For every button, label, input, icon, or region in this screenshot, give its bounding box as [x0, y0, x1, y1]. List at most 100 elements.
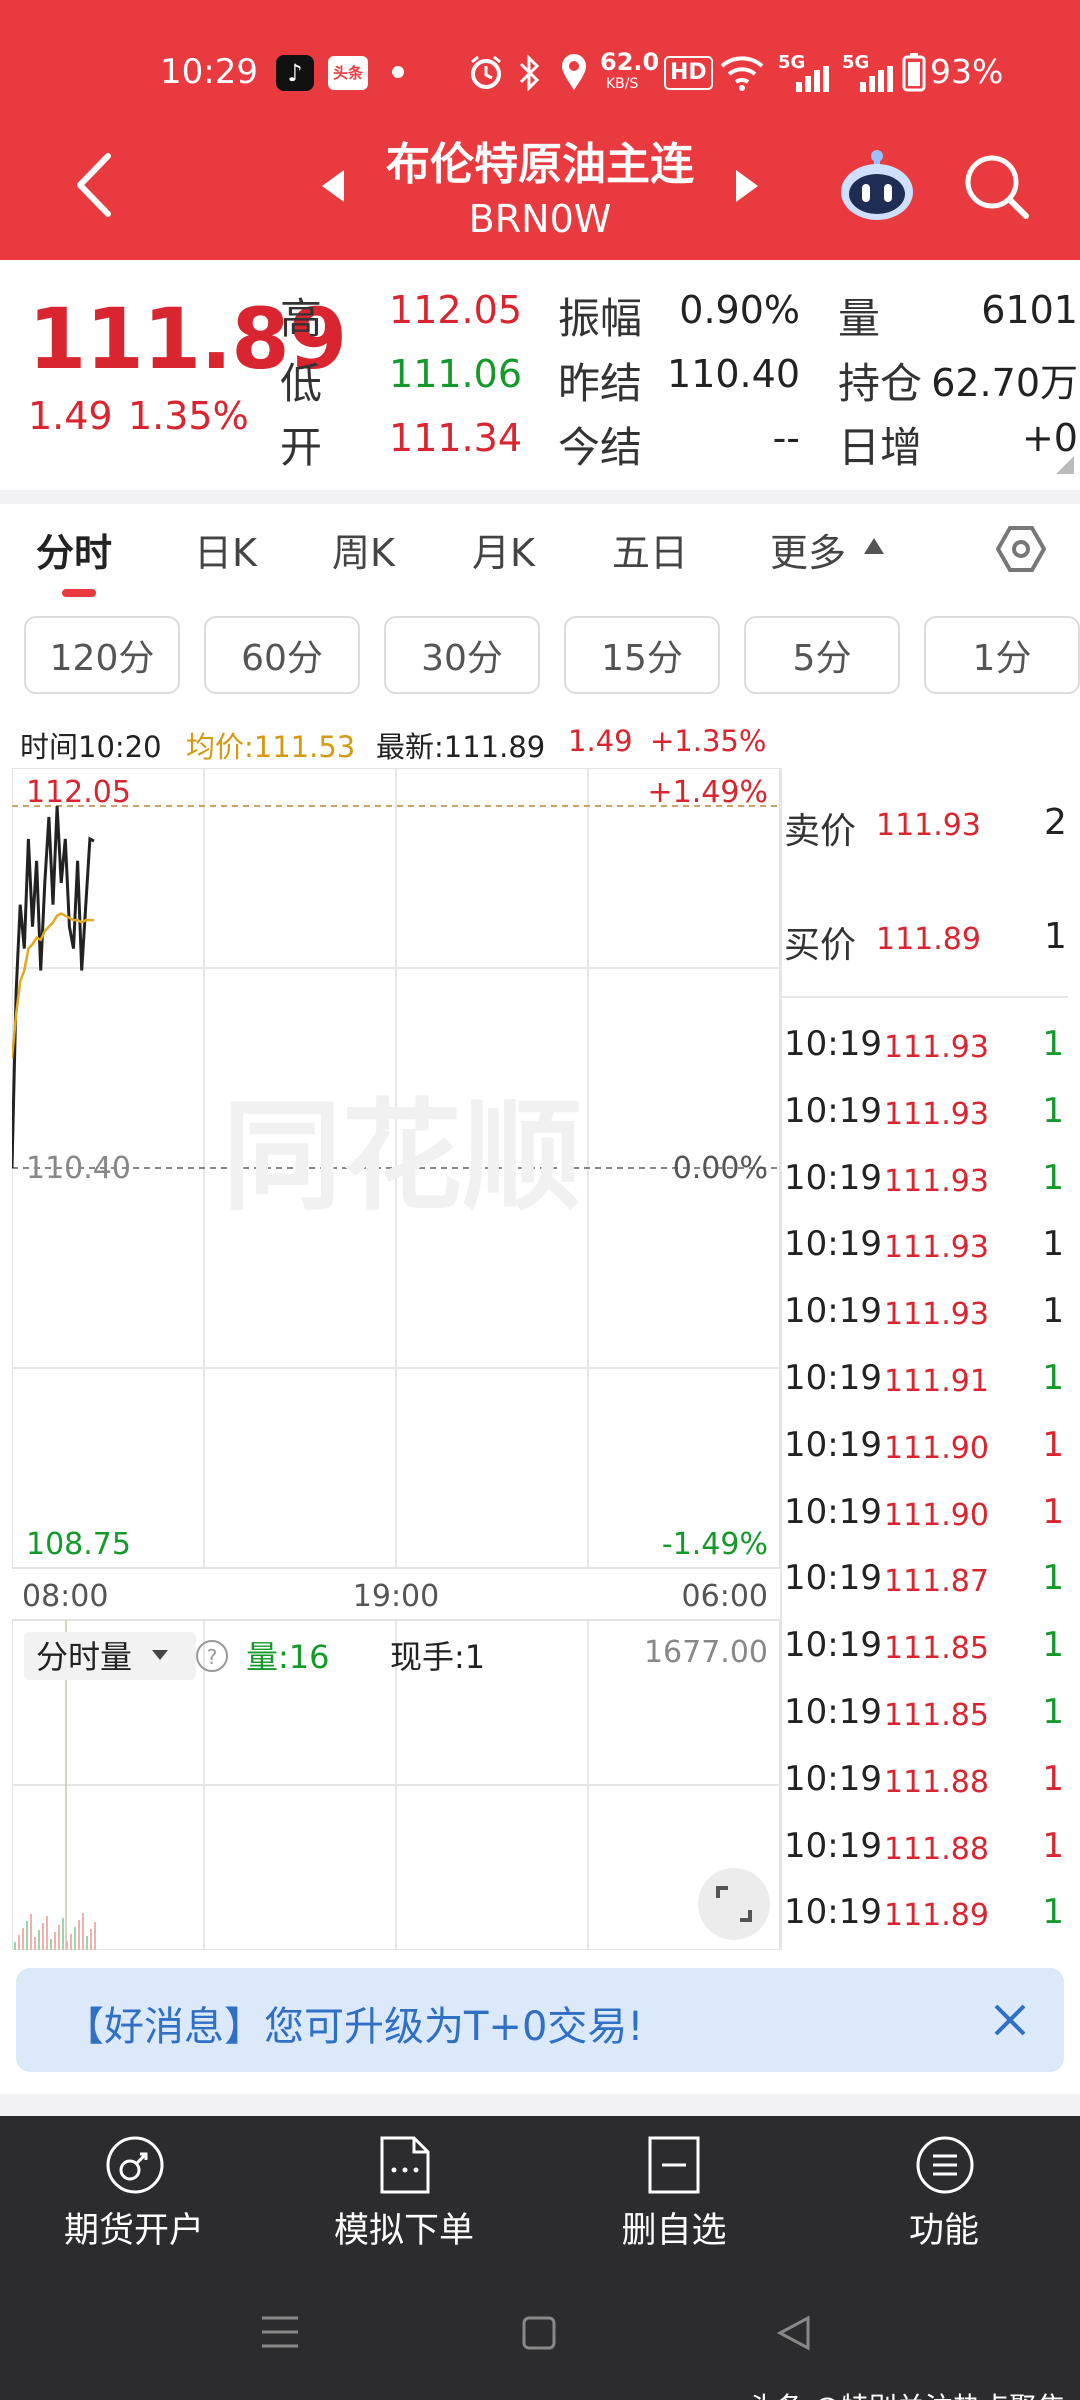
nav-functions[interactable]: 功能: [844, 2202, 1044, 2253]
trade-price: 111.91: [884, 1364, 989, 1399]
fullscreen-button[interactable]: [698, 1868, 770, 1940]
trade-row: 10:19 111.90 1: [784, 1492, 1064, 1552]
status-bar: 10:29 ♪ 头条 62.0 KB/S HD 5G 5G 93%: [0, 0, 1080, 140]
remove-watchlist-icon[interactable]: [646, 2134, 702, 2196]
back-triangle-icon[interactable]: [776, 2314, 812, 2352]
home-square-icon[interactable]: [522, 2316, 556, 2350]
label-open-interest: 持仓: [838, 359, 923, 408]
value-prev-settle: 110.40: [667, 352, 800, 396]
interval-30m[interactable]: 30分: [384, 616, 540, 694]
label-daily-increase: 日增: [838, 423, 923, 472]
order-book-divider: [780, 996, 1068, 998]
trade-price: 111.93: [884, 1230, 989, 1266]
trade-qty: 1: [1042, 1692, 1064, 1732]
tab-weekly-k[interactable]: 周K: [332, 522, 395, 577]
y-label-low: 108.75: [26, 1527, 131, 1562]
label-prev-settle: 昨结: [558, 359, 643, 408]
sell-label: 卖价: [784, 811, 857, 852]
interval-120m[interactable]: 120分: [24, 616, 180, 694]
trade-time: 10:19: [784, 1892, 882, 1933]
menu-lines-icon[interactable]: [260, 2314, 300, 2350]
intraday-chart[interactable]: 同花顺 112.05 +1.49% 110.40 0.00% 108.75 -1…: [12, 768, 782, 1950]
trade-time: 10:19: [784, 1024, 882, 1064]
volume-bar: [34, 1937, 36, 1950]
trade-time: 10:19: [784, 1358, 882, 1398]
x-label-start: 08:00: [22, 1579, 108, 1614]
volume-bar: [74, 1927, 76, 1950]
label-amplitude: 振幅: [558, 294, 643, 343]
buy-qty: 1: [1044, 916, 1067, 957]
interval-60m[interactable]: 60分: [204, 616, 360, 694]
promo-banner-text: 【好消息】您可升级为T+0交易!: [64, 2004, 644, 2050]
toutiao-badge-icon: 头条: [328, 56, 368, 90]
caret-up-icon: [864, 538, 884, 554]
search-icon[interactable]: [962, 152, 1032, 222]
tab-monthly-k[interactable]: 月K: [472, 522, 535, 577]
settings-hex-icon[interactable]: [996, 524, 1046, 574]
account-open-icon[interactable]: [104, 2134, 166, 2196]
tab-intraday[interactable]: 分时: [36, 522, 112, 577]
tab-five-day[interactable]: 五日: [612, 522, 688, 577]
nav-futures-account[interactable]: 期货开户: [34, 2202, 234, 2253]
value-settle: --: [772, 416, 800, 460]
label-settle: 今结: [558, 423, 643, 472]
label-volume: 量: [838, 294, 881, 343]
functions-menu-icon[interactable]: [914, 2134, 976, 2196]
section-divider: [0, 490, 1080, 504]
label-low: 低: [280, 359, 323, 408]
trade-price: 111.90: [884, 1497, 989, 1533]
location-icon: [562, 54, 586, 90]
nav-simulated-order[interactable]: 模拟下单: [304, 2202, 504, 2253]
tab-daily-k[interactable]: 日K: [194, 522, 257, 577]
trade-time: 10:19: [784, 1157, 882, 1198]
volume-bar: [42, 1923, 44, 1950]
volume-bar: [14, 1942, 16, 1950]
trade-time: 10:19: [784, 1625, 882, 1666]
buy-price: 111.89: [876, 922, 981, 957]
value-open: 111.34: [389, 416, 522, 460]
contract-code: BRN0W: [468, 197, 612, 241]
y-pct-high: +1.49%: [648, 775, 768, 810]
trade-row: 10:19 111.93 1: [784, 1291, 1064, 1351]
volume-bar: [26, 1921, 28, 1950]
label-open: 开: [280, 423, 323, 472]
nav-remove-watchlist[interactable]: 删自选: [574, 2202, 774, 2253]
trade-row: 10:19 111.89 1: [784, 1892, 1064, 1952]
robot-assistant-icon[interactable]: [838, 148, 916, 224]
trade-qty: 1: [1042, 1825, 1064, 1866]
volume-selector[interactable]: 分时量: [36, 1638, 132, 1676]
buy-label: 买价: [784, 925, 857, 966]
value-high: 112.05: [389, 288, 522, 332]
volume-value: 量:16: [246, 1638, 330, 1676]
trade-row: 10:19 111.85 1: [784, 1625, 1064, 1685]
trade-row: 10:19 111.85 1: [784, 1692, 1064, 1752]
price-change-pct: 1.35%: [128, 394, 249, 438]
trade-price: 111.93: [884, 1030, 989, 1065]
trade-price: 111.85: [884, 1631, 989, 1667]
next-contract-icon[interactable]: [732, 166, 762, 206]
simulated-order-icon[interactable]: [378, 2134, 432, 2196]
trade-time: 10:19: [784, 1291, 882, 1332]
close-icon[interactable]: [992, 2002, 1028, 2038]
battery-icon: [902, 53, 926, 92]
info-avg-price: 均价:111.53: [186, 730, 356, 764]
trade-time: 10:19: [784, 1558, 882, 1599]
volume-bar: [18, 1935, 20, 1950]
expand-corner-icon[interactable]: [1056, 456, 1074, 474]
volume-bar: [86, 1936, 88, 1950]
trade-qty: 1: [1042, 1358, 1064, 1398]
tab-more[interactable]: 更多: [770, 522, 846, 577]
sell-qty: 2: [1044, 802, 1067, 843]
volume-bar: [82, 1913, 84, 1950]
x-label-end: 06:00: [682, 1579, 768, 1614]
volume-bar: [54, 1932, 56, 1950]
info-time: 时间10:20: [20, 730, 162, 764]
value-low: 111.06: [389, 352, 522, 396]
bluetooth-icon: [519, 54, 540, 92]
volume-bar: [66, 1941, 68, 1950]
interval-1m[interactable]: 1分: [924, 616, 1080, 694]
interval-15m[interactable]: 15分: [564, 616, 720, 694]
hand-value: 现手:1: [390, 1638, 485, 1676]
interval-5m[interactable]: 5分: [744, 616, 900, 694]
trade-price: 111.93: [884, 1297, 989, 1333]
